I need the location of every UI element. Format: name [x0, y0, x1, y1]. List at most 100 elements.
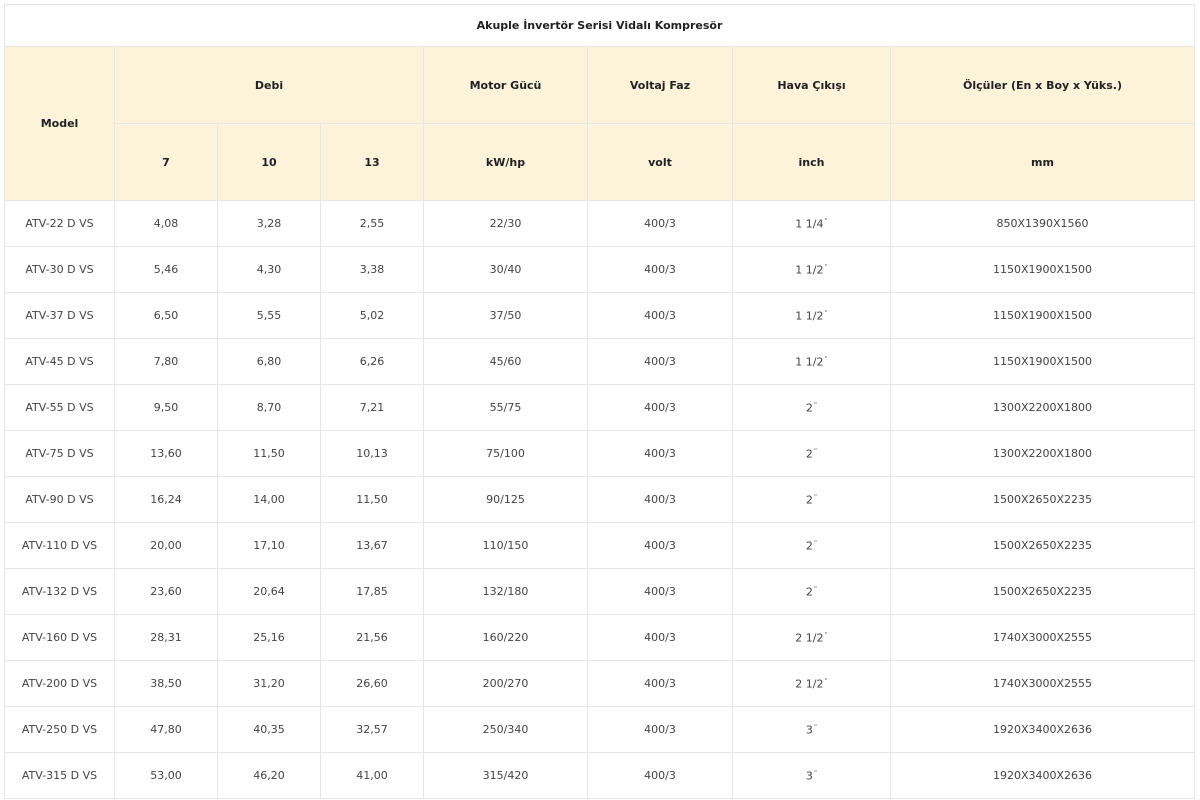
header-hava: Hava Çıkışı	[732, 46, 891, 124]
table-row: ATV-315 D VS 53,00 46,20 41,00 315/420 400/3 3…	[4, 752, 1196, 799]
cell-hava-text: 1 1/2	[795, 309, 824, 323]
inch-mark: "	[824, 354, 828, 363]
cell-motor-text: 160/220	[482, 631, 529, 644]
cell-hava-text: 2 1/2	[795, 631, 824, 645]
cell-motor-text: 30/40	[489, 263, 522, 276]
cell-voltaj: 400/3	[587, 568, 733, 615]
cell-model-text: ATV-110 D VS	[21, 539, 98, 552]
cell-voltaj: 400/3	[587, 706, 733, 753]
cell-voltaj-text: 400/3	[644, 309, 676, 322]
cell-model: ATV-45 D VS	[4, 338, 115, 385]
cell-debi-10-text: 31,20	[253, 677, 285, 690]
cell-debi-10-text: 4,30	[256, 263, 282, 276]
cell-motor-text: 75/100	[486, 447, 525, 460]
cell-debi-7: 6,50	[114, 292, 218, 339]
cell-model-text: ATV-250 D VS	[21, 723, 98, 736]
cell-olculer: 850X1390X1560	[889, 200, 1196, 247]
cell-debi-13: 13,67	[320, 522, 424, 569]
cell-motor-text: 200/270	[482, 677, 529, 690]
cell-debi-10-text: 20,64	[253, 585, 285, 598]
cell-model: ATV-160 D VS	[4, 614, 115, 661]
cell-voltaj-text: 400/3	[644, 677, 676, 690]
cell-voltaj-text: 400/3	[644, 447, 676, 460]
cell-voltaj: 400/3	[587, 476, 733, 523]
cell-debi-10: 20,64	[217, 568, 321, 615]
cell-olculer: 1150X1900X1500	[889, 338, 1196, 385]
cell-olculer-text: 1920X3400X2636	[992, 769, 1093, 782]
cell-voltaj: 400/3	[587, 522, 733, 569]
cell-olculer: 1500X2650X2235	[889, 568, 1196, 615]
cell-motor: 45/60	[423, 338, 588, 385]
spec-table-body: Akuple İnvertör Serisi Vidalı Kompresör …	[3, 4, 1196, 799]
cell-model-text: ATV-37 D VS	[25, 309, 94, 322]
cell-olculer: 1500X2650X2235	[889, 522, 1196, 569]
table-row: ATV-90 D VS 16,24 14,00 11,50 90/125 400/3 2" 1…	[4, 476, 1196, 523]
cell-model-text: ATV-132 D VS	[21, 585, 98, 598]
cell-motor: 55/75	[423, 384, 588, 431]
cell-debi-7-text: 13,60	[150, 447, 182, 460]
table-row: ATV-160 D VS 28,31 25,16 21,56 160/220 400/3 2…	[4, 614, 1196, 661]
cell-voltaj-text: 400/3	[644, 217, 676, 230]
cell-debi-10-text: 17,10	[253, 539, 285, 552]
cell-voltaj-text: 400/3	[644, 585, 676, 598]
cell-olculer-text: 1740X3000X2555	[992, 677, 1093, 690]
cell-motor: 90/125	[423, 476, 588, 523]
cell-debi-7: 28,31	[114, 614, 218, 661]
cell-olculer-text: 850X1390X1560	[996, 217, 1089, 230]
cell-motor-text: 45/60	[489, 355, 522, 368]
cell-debi-13-text: 17,85	[356, 585, 388, 598]
cell-model: ATV-315 D VS	[4, 752, 115, 799]
cell-motor: 22/30	[423, 200, 588, 247]
cell-model-text: ATV-90 D VS	[25, 493, 94, 506]
cell-olculer: 1740X3000X2555	[889, 660, 1196, 707]
cell-debi-7-text: 6,50	[153, 309, 179, 322]
table-row: ATV-37 D VS 6,50 5,55 5,02 37/50 400/3 1 1/2" 1…	[4, 292, 1196, 339]
cell-olculer: 1150X1900X1500	[889, 246, 1196, 293]
subheader-row: 7 10 13 kW/hp volt inch mm	[5, 123, 1196, 201]
cell-olculer: 1920X3400X2636	[889, 706, 1196, 753]
cell-olculer-text: 1150X1900X1500	[992, 309, 1093, 322]
cell-debi-13-text: 32,57	[356, 723, 388, 736]
cell-debi-10: 8,70	[217, 384, 321, 431]
cell-hava-text: 3	[805, 723, 813, 737]
cell-debi-10: 31,20	[217, 660, 321, 707]
cell-voltaj: 400/3	[587, 614, 733, 661]
subheader-olculer-unit: mm	[889, 123, 1196, 201]
cell-voltaj: 400/3	[587, 752, 733, 799]
cell-debi-7-text: 20,00	[150, 539, 182, 552]
cell-motor-text: 250/340	[482, 723, 529, 736]
cell-voltaj: 400/3	[587, 384, 733, 431]
cell-motor: 200/270	[423, 660, 588, 707]
cell-olculer: 1920X3400X2636	[889, 752, 1196, 799]
cell-model-text: ATV-200 D VS	[21, 677, 98, 690]
cell-hava: 2"	[732, 568, 891, 615]
cell-debi-13: 21,56	[320, 614, 424, 661]
cell-model-text: ATV-75 D VS	[25, 447, 94, 460]
header-model: Model	[4, 46, 115, 201]
cell-debi-13-text: 11,50	[356, 493, 388, 506]
cell-debi-13-text: 21,56	[356, 631, 388, 644]
cell-hava-text: 2	[805, 539, 813, 553]
cell-debi-13: 17,85	[320, 568, 424, 615]
table-row: ATV-110 D VS 20,00 17,10 13,67 110/150 400/3 2…	[4, 522, 1196, 569]
cell-debi-13-text: 2,55	[359, 217, 385, 230]
cell-debi-7-text: 9,50	[153, 401, 179, 414]
cell-debi-10: 11,50	[217, 430, 321, 477]
cell-model-text: ATV-45 D VS	[25, 355, 94, 368]
subheader-motor-unit: kW/hp	[423, 123, 588, 201]
cell-debi-7: 38,50	[114, 660, 218, 707]
cell-model: ATV-37 D VS	[4, 292, 115, 339]
cell-voltaj-text: 400/3	[644, 401, 676, 414]
cell-hava: 2 1/2"	[732, 660, 891, 707]
table-row: ATV-250 D VS 47,80 40,35 32,57 250/340 400/3 3…	[4, 706, 1196, 753]
cell-model-text: ATV-55 D VS	[25, 401, 94, 414]
cell-model-text: ATV-315 D VS	[21, 769, 98, 782]
cell-debi-7-text: 53,00	[150, 769, 182, 782]
header-olculer: Ölçüler (En x Boy x Yüks.)	[889, 46, 1196, 124]
inch-mark: "	[824, 308, 828, 317]
cell-debi-13: 2,55	[320, 200, 424, 247]
cell-voltaj-text: 400/3	[644, 263, 676, 276]
cell-hava: 2"	[732, 476, 891, 523]
cell-debi-7: 4,08	[114, 200, 218, 247]
table-row: ATV-75 D VS 13,60 11,50 10,13 75/100 400/3 2" 1…	[4, 430, 1196, 477]
